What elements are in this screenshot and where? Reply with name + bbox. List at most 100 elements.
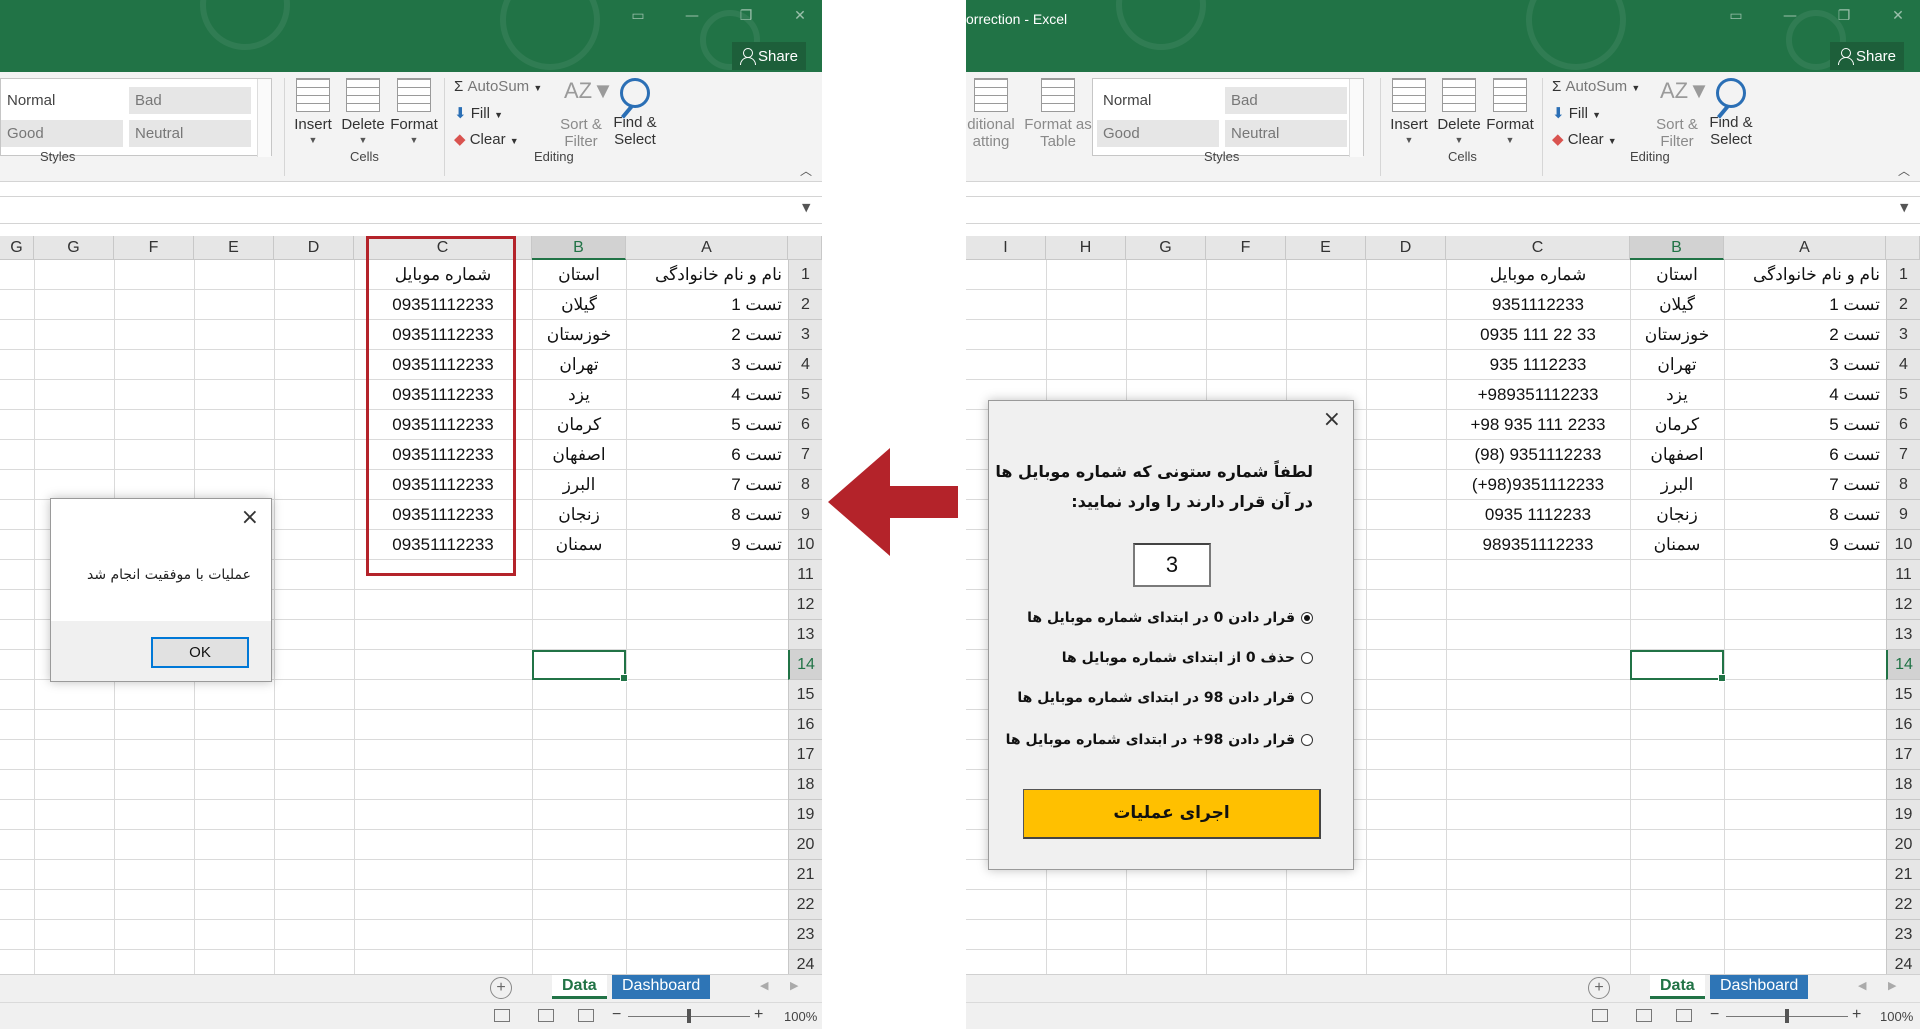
cell-name[interactable]: تست 1 (1724, 290, 1886, 320)
cell-province[interactable]: خوزستان (532, 320, 626, 350)
row-header[interactable]: 6 (788, 410, 822, 440)
row-header[interactable]: 22 (788, 890, 822, 920)
row-header[interactable]: 17 (788, 740, 822, 770)
cell-name[interactable]: تست 4 (626, 380, 788, 410)
cell-province[interactable]: البرز (1630, 470, 1724, 500)
cell-province[interactable]: گیلان (532, 290, 626, 320)
insert-button[interactable]: Insert ▼ (290, 78, 336, 145)
cell-mobile[interactable]: 0935 1112233 (1446, 500, 1630, 530)
normal-view-icon[interactable] (494, 1009, 510, 1022)
conditional-formatting-button[interactable]: ditional atting (966, 78, 1016, 150)
header-cell-name[interactable]: نام و نام خانوادگی (1724, 260, 1886, 290)
share-button[interactable]: Share (1830, 42, 1904, 70)
row-header[interactable]: 12 (788, 590, 822, 620)
row-header[interactable]: 1 (788, 260, 822, 290)
cell-name[interactable]: تست 2 (626, 320, 788, 350)
cell-name[interactable]: تست 1 (626, 290, 788, 320)
page-break-icon[interactable] (578, 1009, 594, 1022)
delete-button[interactable]: Delete ▼ (338, 78, 388, 145)
row-header[interactable]: 15 (1886, 680, 1920, 710)
formula-bar[interactable]: ▼ (966, 196, 1920, 224)
col-header-E[interactable]: E (1286, 236, 1366, 260)
cell-name[interactable]: تست 9 (1724, 530, 1886, 560)
row-header[interactable]: 5 (788, 380, 822, 410)
row-header[interactable]: 13 (1886, 620, 1920, 650)
cell-province[interactable]: خوزستان (1630, 320, 1724, 350)
style-bad[interactable]: Bad (129, 87, 251, 114)
run-button[interactable]: اجرای عملیات (1023, 789, 1321, 839)
cell-name[interactable]: تست 5 (626, 410, 788, 440)
fill-button[interactable]: ⬇ Fill ▼ (1552, 104, 1601, 122)
col-header-D[interactable]: D (274, 236, 354, 260)
zoom-thumb[interactable] (687, 1009, 691, 1023)
restore-icon[interactable]: ▭ (628, 8, 648, 24)
row-header[interactable]: 11 (1886, 560, 1920, 590)
zoom-out-icon[interactable]: − (612, 1006, 621, 1024)
clear-button[interactable]: ◆ Clear ▼ (454, 130, 519, 148)
cell-province[interactable]: گیلان (1630, 290, 1724, 320)
add-sheet-button[interactable]: + (490, 977, 512, 999)
active-cell[interactable] (532, 650, 628, 682)
cell-province[interactable]: یزد (532, 380, 626, 410)
row-header[interactable]: 18 (1886, 770, 1920, 800)
row-header[interactable]: 21 (788, 860, 822, 890)
row-header[interactable]: 10 (1886, 530, 1920, 560)
row-header[interactable]: 19 (788, 800, 822, 830)
ok-button[interactable]: OK (151, 637, 249, 668)
find-select-button[interactable]: Find & Select (608, 78, 662, 148)
row-header[interactable]: 8 (1886, 470, 1920, 500)
row-header[interactable]: 22 (1886, 890, 1920, 920)
maximize-icon[interactable]: ❐ (1834, 8, 1854, 24)
page-layout-icon[interactable] (1636, 1009, 1652, 1022)
format-button[interactable]: Format ▼ (388, 78, 440, 145)
row-header[interactable]: 17 (1886, 740, 1920, 770)
gallery-scroll[interactable] (257, 79, 271, 157)
cell-name[interactable]: تست 3 (626, 350, 788, 380)
cell-name[interactable]: تست 5 (1724, 410, 1886, 440)
row-header[interactable]: 7 (788, 440, 822, 470)
chevron-down-icon[interactable]: ▼ (802, 201, 810, 214)
col-header-E[interactable]: E (194, 236, 274, 260)
normal-view-icon[interactable] (1592, 1009, 1608, 1022)
clear-button[interactable]: ◆ Clear ▼ (1552, 130, 1617, 148)
cell-name[interactable]: تست 8 (626, 500, 788, 530)
col-header-D[interactable]: D (1366, 236, 1446, 260)
row-header[interactable]: 23 (1886, 920, 1920, 950)
insert-button[interactable]: Insert ▼ (1386, 78, 1432, 145)
row-header[interactable]: 14 (788, 650, 822, 680)
cell-mobile[interactable]: (98) 9351112233 (1446, 440, 1630, 470)
format-button[interactable]: Format ▼ (1484, 78, 1536, 145)
cell-province[interactable]: سمنان (532, 530, 626, 560)
col-header-H[interactable]: H (1046, 236, 1126, 260)
cell-province[interactable]: تهران (532, 350, 626, 380)
collapse-ribbon-icon[interactable]: ︿ (800, 162, 812, 179)
close-icon[interactable]: ✕ (790, 8, 810, 24)
style-good[interactable]: Good (1097, 120, 1219, 147)
tab-data[interactable]: Data (1650, 975, 1705, 999)
cell-mobile[interactable]: +989351112233 (1446, 380, 1630, 410)
cell-mobile[interactable]: 935 1112233 (1446, 350, 1630, 380)
row-header[interactable]: 15 (788, 680, 822, 710)
zoom-thumb[interactable] (1785, 1009, 1789, 1023)
select-all-corner[interactable] (788, 236, 822, 260)
header-cell-province[interactable]: استان (532, 260, 626, 290)
restore-icon[interactable]: ▭ (1726, 8, 1746, 24)
page-break-icon[interactable] (1676, 1009, 1692, 1022)
row-header[interactable]: 1 (1886, 260, 1920, 290)
tab-scroll-left-icon[interactable]: ◀ (760, 979, 768, 992)
tab-dashboard[interactable]: Dashboard (1710, 975, 1809, 999)
tab-data[interactable]: Data (552, 975, 607, 999)
find-select-button[interactable]: Find & Select (1704, 78, 1758, 148)
cell-name[interactable]: تست 6 (1724, 440, 1886, 470)
option-radio-row[interactable]: قرار دادن 0 در ابتدای شماره موبایل ها (1027, 607, 1313, 629)
cell-name[interactable]: تست 7 (1724, 470, 1886, 500)
cell-province[interactable]: کرمان (1630, 410, 1724, 440)
style-neutral[interactable]: Neutral (1225, 120, 1347, 147)
row-header[interactable]: 11 (788, 560, 822, 590)
col-header-F[interactable]: F (1206, 236, 1286, 260)
option-radio-row[interactable]: حذف 0 از ابتدای شماره موبایل ها (1062, 647, 1313, 669)
column-number-input[interactable]: 3 (1133, 543, 1211, 587)
row-header[interactable]: 13 (788, 620, 822, 650)
style-normal[interactable]: Normal (1, 87, 123, 114)
tab-scroll-right-icon[interactable]: ▶ (1888, 979, 1896, 992)
